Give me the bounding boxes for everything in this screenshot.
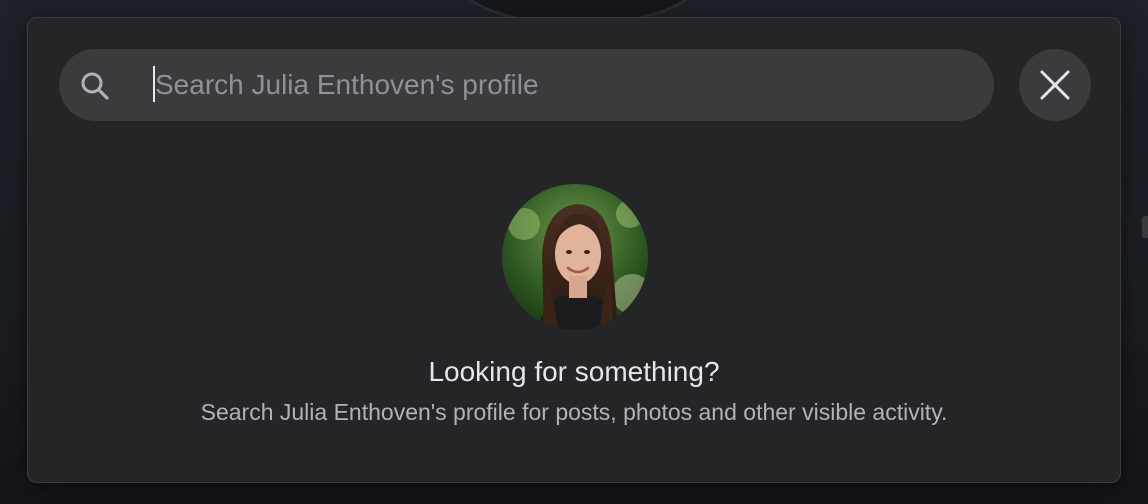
empty-state-subtitle: Search Julia Enthoven's profile for post… xyxy=(200,399,948,425)
search-input[interactable] xyxy=(155,49,975,121)
avatar xyxy=(502,184,648,330)
close-icon xyxy=(1040,70,1070,100)
profile-search-dialog: Looking for something? Search Julia Enth… xyxy=(27,17,1121,483)
search-icon xyxy=(81,72,109,100)
empty-state-title: Looking for something? xyxy=(428,356,720,387)
background-edge-control xyxy=(1142,216,1148,238)
search-bar[interactable] xyxy=(59,49,994,121)
profile-photo-icon xyxy=(502,184,648,330)
close-button[interactable] xyxy=(1019,49,1091,121)
